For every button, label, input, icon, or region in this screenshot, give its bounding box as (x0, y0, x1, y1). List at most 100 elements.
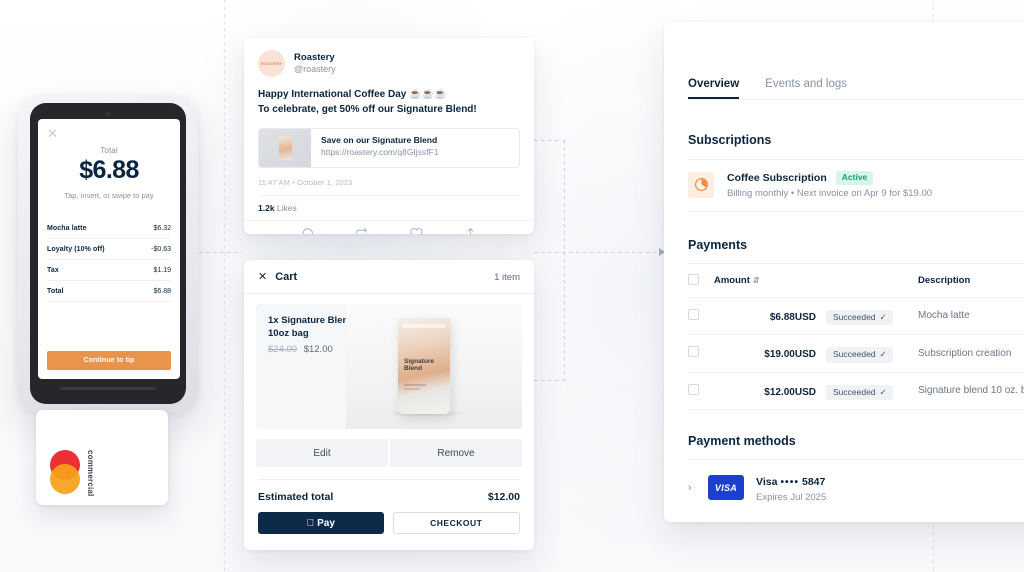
post-header: ROASTERY Roastery @roastery (258, 50, 520, 77)
terminal-footer: Continue to tip (38, 349, 180, 379)
continue-to-tip-button[interactable]: Continue to tip (47, 351, 171, 370)
subscription-row[interactable]: Coffee Subscription Active Billing month… (688, 160, 1024, 212)
table-header-row: Amount ⇵ Description (688, 262, 1024, 298)
cart-estimated-total-value: $12.00 (487, 491, 520, 503)
column-header-status (826, 262, 918, 298)
post-likes-count: 1.2k (258, 203, 275, 213)
screenshot-stage: ✕ Total $6.88 Tap, insert, or swipe to p… (0, 0, 1024, 572)
cart-line-item: 1x Signature Blend 10oz bag $24.00 $12.0… (256, 304, 522, 429)
row-description: Subscription creation (918, 334, 1024, 373)
table-row[interactable]: $6.88USD Succeeded ✓ Mocha latte (688, 297, 1024, 335)
terminal-line-item: Loyalty (10% off) -$0.63 (47, 239, 171, 260)
cart-item-name-line-1: 1x Signature Blend (268, 315, 355, 326)
terminal-line-value: -$0.63 (151, 246, 171, 253)
terminal-line-value: $6.88 (153, 288, 171, 295)
cart-estimated-total-label: Estimated total (258, 491, 334, 503)
card-mask-dots: •••• (780, 476, 800, 488)
status-chip: Succeeded ✓ (826, 384, 893, 400)
connector-stub-bottom (534, 380, 565, 381)
terminal-line-value: $1.19 (153, 267, 171, 274)
status-chip-label: Succeeded (833, 311, 876, 322)
mastercard-circle-yellow (50, 464, 80, 494)
row-checkbox[interactable] (688, 308, 699, 320)
terminal-close-icon[interactable]: ✕ (38, 119, 180, 140)
tab-overview[interactable]: Overview (688, 78, 739, 99)
payment-terminal: ✕ Total $6.88 Tap, insert, or swipe to p… (18, 95, 198, 413)
cart-close-icon[interactable]: ✕ (258, 271, 267, 283)
bag-detail-line-1 (404, 384, 426, 386)
remove-button[interactable]: Remove (390, 439, 522, 467)
connector-stub-top (534, 140, 565, 141)
check-icon: ✓ (879, 349, 887, 359)
payments-section: Payments Amount ⇵ Description $6.88USD S… (688, 238, 1024, 411)
heart-icon[interactable] (410, 227, 423, 234)
status-chip-label: Succeeded (833, 386, 876, 397)
apple-pay-button[interactable]:  Pay (258, 512, 384, 534)
avatar: ROASTERY (258, 50, 285, 77)
table-row[interactable]: $19.00USD Succeeded ✓ Subscription creat… (688, 334, 1024, 373)
tab-events-and-logs[interactable]: Events and logs (765, 78, 847, 99)
cart-header: ✕ Cart 1 item (244, 260, 534, 294)
table-row[interactable]: $12.00USD Succeeded ✓ Signature blend 10… (688, 372, 1024, 410)
comment-icon[interactable] (301, 227, 314, 234)
payment-method-row[interactable]: › VISA Visa •••• 5847 Expires Jul 2025 (688, 459, 1024, 503)
column-header-amount[interactable]: Amount ⇵ (714, 262, 826, 298)
column-header-description: Description (918, 262, 1024, 298)
apple-pay-label: Pay (313, 517, 335, 529)
dashboard-panel: Overview Events and logs Subscriptions C… (664, 22, 1024, 522)
edit-button[interactable]: Edit (256, 439, 388, 467)
status-badge: Active (835, 171, 874, 185)
link-preview-title: Save on our Signature Blend (321, 135, 438, 145)
row-currency: USD (794, 349, 816, 361)
terminal-chin (60, 387, 156, 390)
row-checkbox[interactable] (688, 383, 699, 395)
terminal-payment-hint: Tap, insert, or swipe to pay (64, 191, 154, 200)
payments-table: Amount ⇵ Description $6.88USD Succeeded … (688, 262, 1024, 411)
select-all-checkbox[interactable] (688, 273, 699, 285)
link-preview-card[interactable]: Save on our Signature Blend https://roas… (258, 128, 520, 168)
post-identity: Roastery @roastery (294, 52, 336, 75)
cart-item-name-line-2: 10oz bag (268, 327, 309, 339)
row-checkbox[interactable] (688, 346, 699, 358)
guide-line-vertical-1 (224, 0, 225, 572)
subscription-cycle-icon (688, 171, 714, 198)
mastercard-logo-icon (50, 450, 80, 494)
terminal-line-value: $6.32 (153, 225, 171, 232)
status-chip: Succeeded ✓ (826, 347, 893, 363)
coffee-bag-thumb-image (278, 136, 292, 160)
row-description: Signature blend 10 oz. b (918, 372, 1024, 410)
subscription-name: Coffee Subscription (727, 171, 827, 184)
subscriptions-section: Subscriptions Coffee Subscription Active… (688, 133, 1024, 212)
cart-title: Cart (275, 271, 298, 283)
link-preview-url: https://roastery.com/q8GIjssfF1 (321, 147, 439, 157)
terminal-line-label: Mocha latte (47, 225, 87, 232)
connector-arrow-line (534, 252, 660, 253)
payment-method-info: Visa •••• 5847 Expires Jul 2025 (756, 472, 826, 503)
bag-seal (402, 324, 446, 328)
cart-item-photo: Signature Blend (346, 304, 522, 429)
terminal-total-amount: $6.88 (79, 156, 139, 184)
select-all-cell (688, 262, 714, 298)
post-likes-label: Likes (276, 203, 297, 213)
row-currency: USD (794, 386, 816, 398)
retweet-icon[interactable] (355, 227, 368, 234)
social-post-card: ROASTERY Roastery @roastery Happy Intern… (244, 38, 534, 234)
payment-methods-section: Payment methods › VISA Visa •••• 5847 Ex… (688, 434, 1024, 503)
cart-payment-buttons:  Pay CHECKOUT (258, 512, 520, 534)
bag-detail-line-2 (404, 388, 420, 390)
terminal-total-label: Total (100, 146, 118, 155)
row-amount: $19.00 (764, 349, 795, 361)
checkout-button[interactable]: CHECKOUT (392, 512, 520, 534)
check-icon: ✓ (879, 311, 887, 322)
payment-methods-title: Payment methods (688, 434, 796, 448)
payments-table-body: $6.88USD Succeeded ✓ Mocha latte $19.00U… (688, 297, 1024, 410)
chevron-right-icon[interactable]: › (688, 482, 696, 494)
terminal-line-item: Total $6.88 (47, 281, 171, 302)
terminal-line-items: Mocha latte $6.32 Loyalty (10% off) -$0.… (47, 218, 171, 302)
row-status-cell: Succeeded ✓ (826, 334, 918, 373)
cart-card: ✕ Cart 1 item 1x Signature Blend 10oz ba… (244, 260, 534, 550)
credit-card: commercial (36, 410, 168, 505)
share-icon[interactable] (464, 227, 477, 234)
terminal-line-item: Mocha latte $6.32 (47, 218, 171, 239)
payment-method-name: Visa •••• 5847 (756, 476, 825, 488)
